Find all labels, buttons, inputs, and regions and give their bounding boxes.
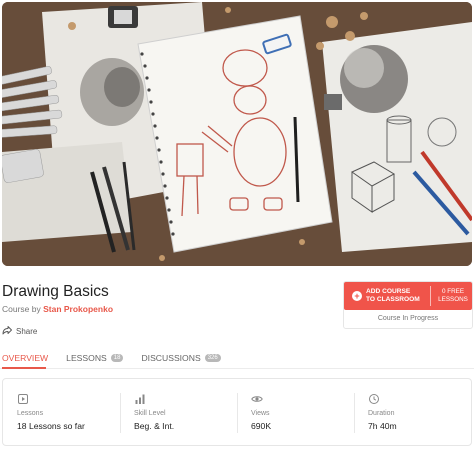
bar-chart-icon — [134, 393, 237, 405]
tab-lessons[interactable]: LESSONS 18 — [66, 352, 124, 364]
stat-duration: Duration 7h 40m — [354, 379, 471, 445]
share-label: Share — [16, 326, 38, 336]
tab-lessons-label: LESSONS — [66, 353, 107, 363]
add-course-label-line2: TO CLASSROOM — [366, 296, 420, 303]
course-stats: Lessons 18 Lessons so far Skill Level Be… — [2, 378, 472, 446]
stat-skill-level-label: Skill Level — [134, 410, 166, 417]
clock-icon — [368, 393, 471, 405]
course-status: Course In Progress — [377, 315, 439, 322]
free-lessons-label: 0 FREE LESSONS — [434, 288, 472, 304]
course-title: Drawing Basics — [2, 283, 109, 300]
stat-skill-level: Skill Level Beg. & Int. — [120, 379, 237, 445]
stat-duration-value: 7h 40m — [368, 421, 397, 431]
stat-views: Views 690K — [237, 379, 354, 445]
add-course-label: ADD COURSE TO CLASSROOM — [366, 288, 428, 304]
stat-duration-label: Duration — [368, 410, 395, 417]
button-divider — [430, 286, 431, 306]
stat-lessons-label: Lessons — [17, 410, 44, 417]
tab-discussions-label: DISCUSSIONS — [141, 353, 201, 363]
course-cover-image — [2, 2, 472, 266]
free-lessons-line1: 0 FREE — [441, 288, 465, 295]
course-by-prefix: Course by — [2, 304, 44, 314]
stat-views-value: 690K — [251, 421, 272, 431]
add-course-label-line1: ADD COURSE — [366, 288, 411, 295]
course-author-line: Course by Stan Prokopenko — [2, 304, 113, 314]
tab-overview[interactable]: OVERVIEW — [2, 352, 48, 364]
lessons-count-badge: 18 — [110, 354, 124, 362]
free-lessons-line2: LESSONS — [438, 296, 468, 303]
stat-skill-level-value: Beg. & Int. — [134, 421, 175, 431]
add-to-classroom-button[interactable]: + ADD COURSE TO CLASSROOM 0 FREE LESSONS — [344, 282, 472, 310]
enroll-card: + ADD COURSE TO CLASSROOM 0 FREE LESSONS… — [343, 281, 473, 329]
discussions-count-badge: 326 — [204, 354, 221, 362]
share-icon — [2, 325, 12, 337]
play-icon — [17, 393, 120, 405]
share-button[interactable]: Share — [2, 325, 37, 337]
plus-icon: + — [352, 291, 362, 301]
eye-icon — [251, 393, 354, 405]
active-tab-indicator — [2, 367, 46, 369]
tab-overview-label: OVERVIEW — [2, 353, 49, 363]
course-tabs: OVERVIEW LESSONS 18 DISCUSSIONS 326 — [2, 352, 239, 364]
course-author-link[interactable]: Stan Prokopenko — [43, 304, 113, 314]
tabs-divider — [0, 367, 474, 369]
stat-views-label: Views — [251, 410, 270, 417]
stat-lessons: Lessons 18 Lessons so far — [3, 379, 120, 445]
stat-lessons-value: 18 Lessons so far — [17, 421, 85, 431]
tab-discussions[interactable]: DISCUSSIONS 326 — [141, 352, 221, 364]
